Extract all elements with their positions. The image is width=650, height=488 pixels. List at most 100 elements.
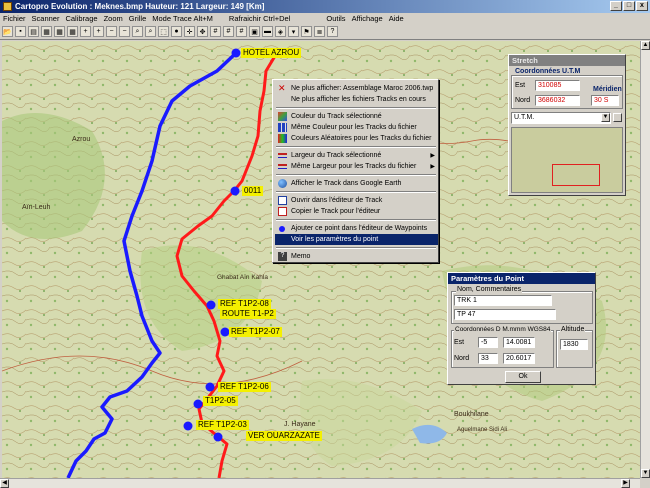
menu-scanner[interactable]: Scanner [29,14,63,23]
menu-item-google-earth[interactable]: Afficher le Track dans Google Earth [275,178,438,189]
name-field[interactable]: TRK 1 [454,295,552,306]
projection-options-button[interactable] [613,113,622,122]
menu-aide[interactable]: Aide [386,14,407,23]
scroll-up-icon[interactable]: ▲ [641,41,650,50]
est-utm-field[interactable]: 310085 [535,80,580,91]
menu-zoom[interactable]: Zoom [101,14,126,23]
menu-grille[interactable]: Grille [126,14,150,23]
nord-minutes-field[interactable]: 20.6017 [503,353,535,364]
menu-item-copy-track[interactable]: Copier le Track pour l'éditeur [275,206,438,217]
copy-icon [278,207,287,216]
ok-button[interactable]: Ok [505,371,541,383]
gps-icon[interactable]: ◈ [275,26,286,37]
waypoint-label-ref-08[interactable]: REF T1P2-08 [218,299,271,309]
close-button[interactable]: x [636,1,648,11]
menu-affichage[interactable]: Affichage [349,14,386,23]
waypoint-label-ref-06[interactable]: REF T1P2-06 [218,382,271,392]
menu-item-open-editor[interactable]: Ouvrir dans l'éditeur de Track [275,195,438,206]
overview-map[interactable] [511,127,623,193]
zoom-out-icon[interactable]: − [119,26,130,37]
waypoint-ref-06[interactable] [205,382,215,392]
submenu-arrow-icon: ▶ [430,153,435,159]
image-icon[interactable]: ▦ [54,26,65,37]
menu-calibrage[interactable]: Calibrage [62,14,100,23]
menu-item-add-waypoint[interactable]: Ajouter ce point dans l'éditeur de Waypo… [275,223,438,234]
waypoint-ref-08[interactable] [206,300,216,310]
nord-degrees-field[interactable]: 33 [478,353,498,364]
menu-rafraichir[interactable]: Rafraichir Ctrl+Del [226,14,293,23]
maximize-button[interactable]: □ [623,1,635,11]
menu-item-hide-tracks[interactable]: Ne plus afficher les fichiers Tracks en … [275,94,438,105]
grid-icon[interactable]: # [210,26,221,37]
waypoint-ref-05[interactable] [193,399,203,409]
menu-fichier[interactable]: Fichier [0,14,29,23]
waypoint-label-ref-07[interactable]: REF T1P2-07 [229,327,282,337]
menu-item-hide-assemblage[interactable]: ✕ Ne plus afficher: Assemblage Maroc 2006… [275,83,438,94]
menu-item-same-color[interactable]: Même Couleur pour les Tracks du fichier [275,122,438,133]
est-degrees-field[interactable]: -5 [478,337,498,348]
earth-icon [278,179,287,188]
waypoint-label-hotel[interactable]: HOTEL AZROU [241,48,302,58]
menu-item-track-width[interactable]: Largeur du Track sélectionné ▶ [275,150,438,161]
meridien-field[interactable]: 30 S [591,95,619,106]
menu-item-memo[interactable]: ? Memo [275,251,438,262]
menu-item-track-color[interactable]: Couleur du Track sélectionné [275,111,438,122]
projection-select[interactable]: U.T.M. [511,112,611,124]
help-icon[interactable]: ? [327,26,338,37]
print-icon[interactable]: ▤ [28,26,39,37]
layers-icon[interactable]: ≣ [314,26,325,37]
menu-separator [276,107,436,109]
image-icon[interactable]: ▦ [67,26,78,37]
crosshair-icon[interactable]: ✛ [184,26,195,37]
grid-icon[interactable]: # [223,26,234,37]
vertical-scrollbar[interactable]: ▲ ▼ [640,41,650,478]
viewport-rectangle[interactable] [552,164,600,186]
menu-outils[interactable]: Outils [323,14,348,23]
dot-icon[interactable]: ● [171,26,182,37]
waypoint-hotel[interactable] [231,48,241,58]
image-icon[interactable]: ▦ [41,26,52,37]
waypoint-label-ver[interactable]: VER OUARZAZATE [246,431,322,441]
zoom-in-icon[interactable]: + [93,26,104,37]
place-label: Aguelmane Sidi Ali [457,427,507,433]
chevron-down-icon[interactable]: ▼ [601,113,610,122]
title-bar: Cartopro Evolution : Meknes.bmp Hauteur:… [0,0,650,13]
grid-icon[interactable]: # [236,26,247,37]
menu-item-random-colors[interactable]: Couleurs Aléatoires pour les Tracks du f… [275,133,438,144]
waypoint-label-ref-03[interactable]: REF T1P2-03 [196,420,249,430]
open-icon[interactable]: 📂 [2,26,13,37]
dropdown-icon[interactable]: ▾ [288,26,299,37]
altitude-field[interactable]: 1830 [560,339,588,350]
est-minutes-field[interactable]: 14.0081 [503,337,535,348]
car-icon[interactable]: ▬ [262,26,273,37]
scroll-down-icon[interactable]: ▼ [641,469,650,478]
waypoint-label-0011[interactable]: 0011 [242,186,264,196]
menu-item-same-width[interactable]: Même Largeur pour les Tracks du fichier ▶ [275,161,438,172]
waypoint-label-route[interactable]: ROUTE T1-P2 [220,309,276,319]
waypoint-0011[interactable] [230,186,240,196]
menu-mode-trace[interactable]: Mode Trace Alt+M [149,14,216,23]
flag-icon[interactable]: ⚑ [301,26,312,37]
scroll-right-icon[interactable]: ▶ [621,479,630,488]
waypoint-label-ref-05[interactable]: T1P2-05 [203,396,238,406]
move-icon[interactable]: ✥ [197,26,208,37]
stretch-title: Stretch [509,55,625,66]
zoom-out-icon[interactable]: − [106,26,117,37]
map-icon[interactable]: ▣ [249,26,260,37]
nord-utm-field[interactable]: 3686032 [535,95,580,106]
zoom-in-icon[interactable]: + [80,26,91,37]
zoom-icon[interactable]: ⌕ [145,26,156,37]
comment-field[interactable]: TP 47 [454,309,556,320]
zoom-icon[interactable]: ⌕ [132,26,143,37]
waypoint-ver[interactable] [213,432,223,442]
menu-item-point-params[interactable]: Voir les paramètres du point [275,234,438,245]
save-icon[interactable]: ▪ [15,26,26,37]
color-icon [278,112,287,121]
submenu-arrow-icon: ▶ [430,164,435,170]
menu-separator [276,191,436,193]
horizontal-scrollbar[interactable]: ◀ ▶ [0,478,640,488]
scroll-left-icon[interactable]: ◀ [0,479,9,488]
waypoint-ref-03[interactable] [183,421,193,431]
select-icon[interactable]: ⬚ [158,26,169,37]
minimize-button[interactable]: _ [610,1,622,11]
